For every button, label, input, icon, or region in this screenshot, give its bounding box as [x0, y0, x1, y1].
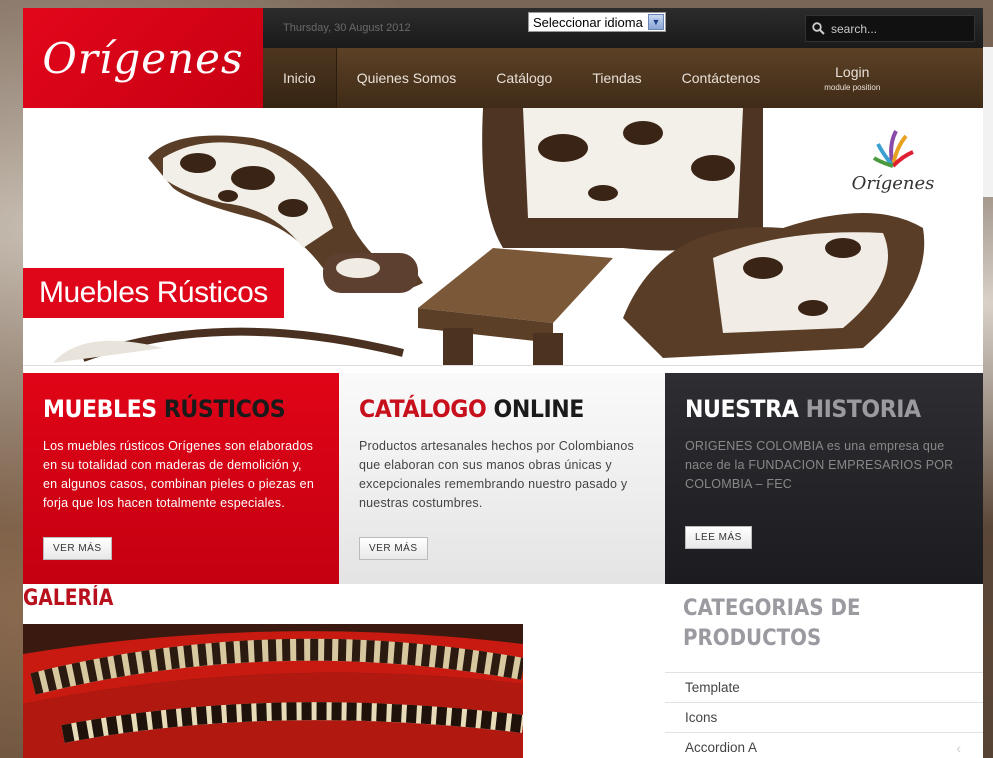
feature-text: Productos artesanales hechos por Colombi… — [359, 439, 634, 510]
feature-title-part-b: HISTORIA — [805, 395, 922, 423]
feature-title: MUEBLES RÚSTICOS — [43, 395, 297, 423]
language-select-value: Seleccionar idioma — [533, 14, 643, 30]
feature-title-part-a: NUESTRA — [685, 395, 799, 423]
nav-item-inicio[interactable]: Inicio — [263, 48, 337, 108]
gallery-title: GALERÍA — [23, 586, 114, 611]
category-label: Accordion A — [685, 740, 758, 755]
categories-title: CATEGORIAS DE PRODUCTOS — [683, 596, 861, 651]
product-categories: CATEGORIAS DE PRODUCTOS Template Icons A… — [665, 584, 983, 758]
category-label: Icons — [685, 710, 718, 725]
feature-title: CATÁLOGO ONLINE — [359, 395, 622, 423]
hero-logo-text: Orígenes — [851, 173, 935, 194]
logo-text: Orígenes — [42, 33, 244, 83]
search-icon — [812, 22, 825, 35]
flower-logo-icon — [872, 130, 914, 168]
hero-banner[interactable]: Orígenes Muebles Rústicos — [23, 108, 983, 366]
feature-title-part-b: ONLINE — [493, 395, 585, 423]
ver-mas-button[interactable]: VER MÁS — [43, 537, 112, 560]
nav-sublabel: module position — [824, 83, 881, 92]
feature-title: NUESTRA HISTORIA — [685, 395, 941, 423]
nav-item-contactenos[interactable]: Contáctenos — [662, 48, 781, 108]
hero-title: Muebles Rústicos — [23, 268, 284, 318]
category-item-template[interactable]: Template — [665, 672, 983, 702]
top-bar: Thursday, 30 August 2012 Seleccionar idi… — [263, 8, 983, 48]
gallery-photo-basket — [23, 624, 523, 758]
nav-label: Catálogo — [496, 70, 553, 86]
feature-text: ORIGENES COLOMBIA es una empresa que nac… — [685, 439, 954, 491]
nav-item-quienes-somos[interactable]: Quienes Somos — [337, 48, 477, 108]
category-item-accordion-a[interactable]: Accordion A ‹ — [665, 732, 983, 758]
feature-title-part-a: CATÁLOGO — [359, 395, 487, 423]
chevron-left-icon: ‹ — [956, 740, 961, 756]
nav-label: Login — [835, 64, 870, 80]
nav-item-tiendas[interactable]: Tiendas — [572, 48, 661, 108]
feature-text: Los muebles rústicos Orígenes son elabor… — [43, 439, 314, 510]
header: Orígenes Thursday, 30 August 2012 Selecc… — [23, 8, 983, 108]
nav-label: Inicio — [283, 70, 316, 86]
current-date: Thursday, 30 August 2012 — [283, 22, 411, 34]
search-box — [805, 15, 975, 42]
language-select[interactable]: Seleccionar idioma ▼ — [528, 12, 666, 32]
category-label: Template — [685, 680, 740, 695]
main-nav: Inicio Quienes Somos Catálogo Tiendas Co… — [263, 48, 983, 108]
feature-muebles-rusticos: MUEBLES RÚSTICOS Los muebles rústicos Or… — [23, 373, 339, 584]
feature-catalogo-online: CATÁLOGO ONLINE Productos artesanales he… — [339, 373, 665, 584]
site-logo[interactable]: Orígenes — [23, 8, 263, 108]
feature-title-part-b: RÚSTICOS — [163, 395, 286, 423]
category-item-icons[interactable]: Icons — [665, 702, 983, 732]
nav-label: Contáctenos — [681, 70, 761, 86]
nav-label: Tiendas — [592, 70, 642, 86]
feature-title-part-a: MUEBLES — [43, 395, 157, 423]
side-strip — [983, 47, 993, 197]
ver-mas-button[interactable]: VER MÁS — [359, 537, 428, 560]
gallery-image[interactable] — [23, 624, 523, 758]
chevron-down-icon: ▼ — [648, 14, 664, 30]
page: Orígenes Thursday, 30 August 2012 Selecc… — [23, 8, 983, 758]
nav-item-login[interactable]: Login module position — [780, 48, 900, 108]
hero-logo: Orígenes — [838, 126, 948, 194]
nav-label: Quienes Somos — [356, 70, 457, 86]
nav-item-catalogo[interactable]: Catálogo — [476, 48, 572, 108]
search-input[interactable] — [831, 21, 961, 36]
lee-mas-button[interactable]: LEE MÁS — [685, 526, 752, 549]
feature-nuestra-historia: NUESTRA HISTORIA ORIGENES COLOMBIA es un… — [665, 373, 983, 584]
